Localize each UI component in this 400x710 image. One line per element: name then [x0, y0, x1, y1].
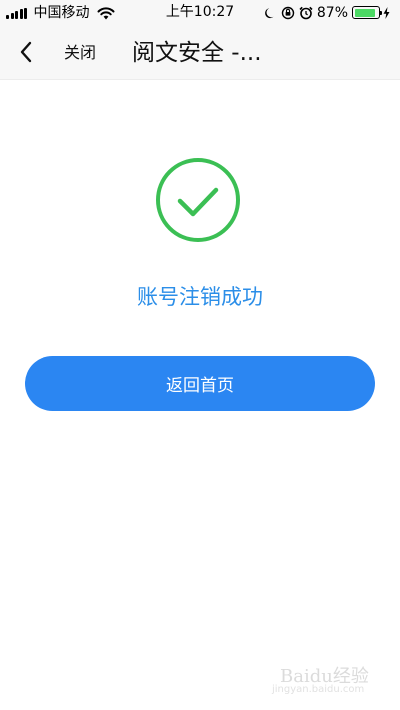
return-home-button-label: 返回首页: [166, 376, 234, 396]
close-button[interactable]: 关闭: [64, 42, 96, 64]
moon-icon: [264, 7, 274, 18]
alarm-icon: [299, 6, 313, 19]
battery-percent: 87%: [316, 4, 348, 21]
success-message: 账号注销成功: [137, 285, 263, 309]
check-circle-icon: [156, 158, 240, 242]
watermark-url: jingyan.baidu.com: [272, 684, 365, 695]
battery-cap: [380, 11, 382, 15]
page-title: 阅文安全 -...: [132, 40, 262, 66]
battery-level-fill: [354, 8, 375, 17]
charging-icon: [383, 6, 390, 19]
nav-bar: 关闭 阅文安全 -...: [0, 26, 400, 80]
return-home-button[interactable]: 返回首页: [25, 356, 375, 411]
orientation-lock-icon: [281, 6, 295, 19]
baidu-watermark-logo: Baidu经验 jingyan.baidu.com: [262, 660, 382, 700]
chevron-left-icon[interactable]: [14, 39, 40, 65]
battery-icon: [352, 6, 382, 19]
status-bar: 中国移动 上午10:27 87%: [0, 0, 400, 26]
status-bar-right: 87%: [264, 4, 394, 21]
